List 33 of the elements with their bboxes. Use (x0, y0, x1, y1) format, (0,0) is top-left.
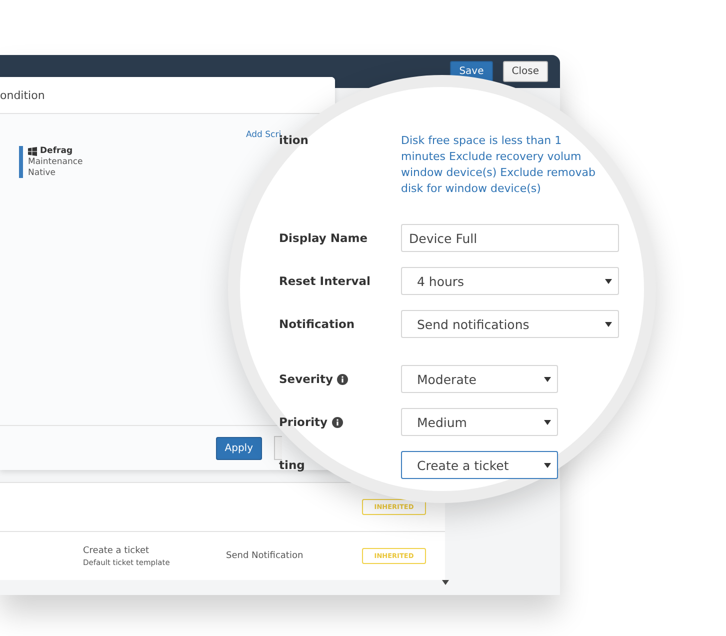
notification-action: Send Notification (226, 551, 304, 561)
caret-icon (605, 278, 612, 284)
text-field[interactable]: Device Full (401, 224, 619, 252)
dropdown-field[interactable]: 4 hours (401, 267, 619, 295)
caret-icon (544, 420, 551, 424)
ticket-action: Create a ticket (83, 546, 150, 556)
script-category: Maintenance (28, 157, 83, 167)
script-type: Native (28, 168, 57, 178)
info-icon (332, 416, 343, 428)
apply-button[interactable]: Apply (216, 436, 262, 460)
scroll-down-icon[interactable] (442, 580, 449, 585)
field-label: Reset Interval (279, 274, 372, 288)
dropdown-field[interactable]: Send notifications (401, 310, 619, 338)
windows-icon (28, 146, 37, 156)
caret-icon (544, 462, 551, 468)
condition-text: Disk free space is less than 1 minutes Exclude recovery volum window device(s) Exclude removab disk for window device(s) (401, 133, 596, 197)
script-card[interactable]: Defrag Maintenance Native (19, 146, 83, 178)
dropdown-field[interactable]: Medium (401, 408, 558, 436)
field-label: Priority (279, 415, 401, 429)
dialog-title: ondition (0, 88, 45, 102)
dropdown-field[interactable]: Moderate (401, 365, 558, 393)
field-label: ting (279, 458, 306, 472)
field-label: Notification (279, 317, 356, 331)
field-label: Severity (279, 372, 401, 386)
dropdown-field[interactable]: Create a ticket (401, 451, 558, 479)
add-script-link[interactable]: Add Scri (246, 130, 282, 140)
condition-label: ition (279, 133, 310, 147)
info-icon (337, 374, 348, 384)
close-button[interactable]: Close (502, 61, 548, 82)
caret-icon (605, 322, 612, 326)
caret-icon (544, 376, 551, 382)
script-name: Defrag (40, 146, 73, 156)
field-label: Display Name (279, 231, 369, 245)
